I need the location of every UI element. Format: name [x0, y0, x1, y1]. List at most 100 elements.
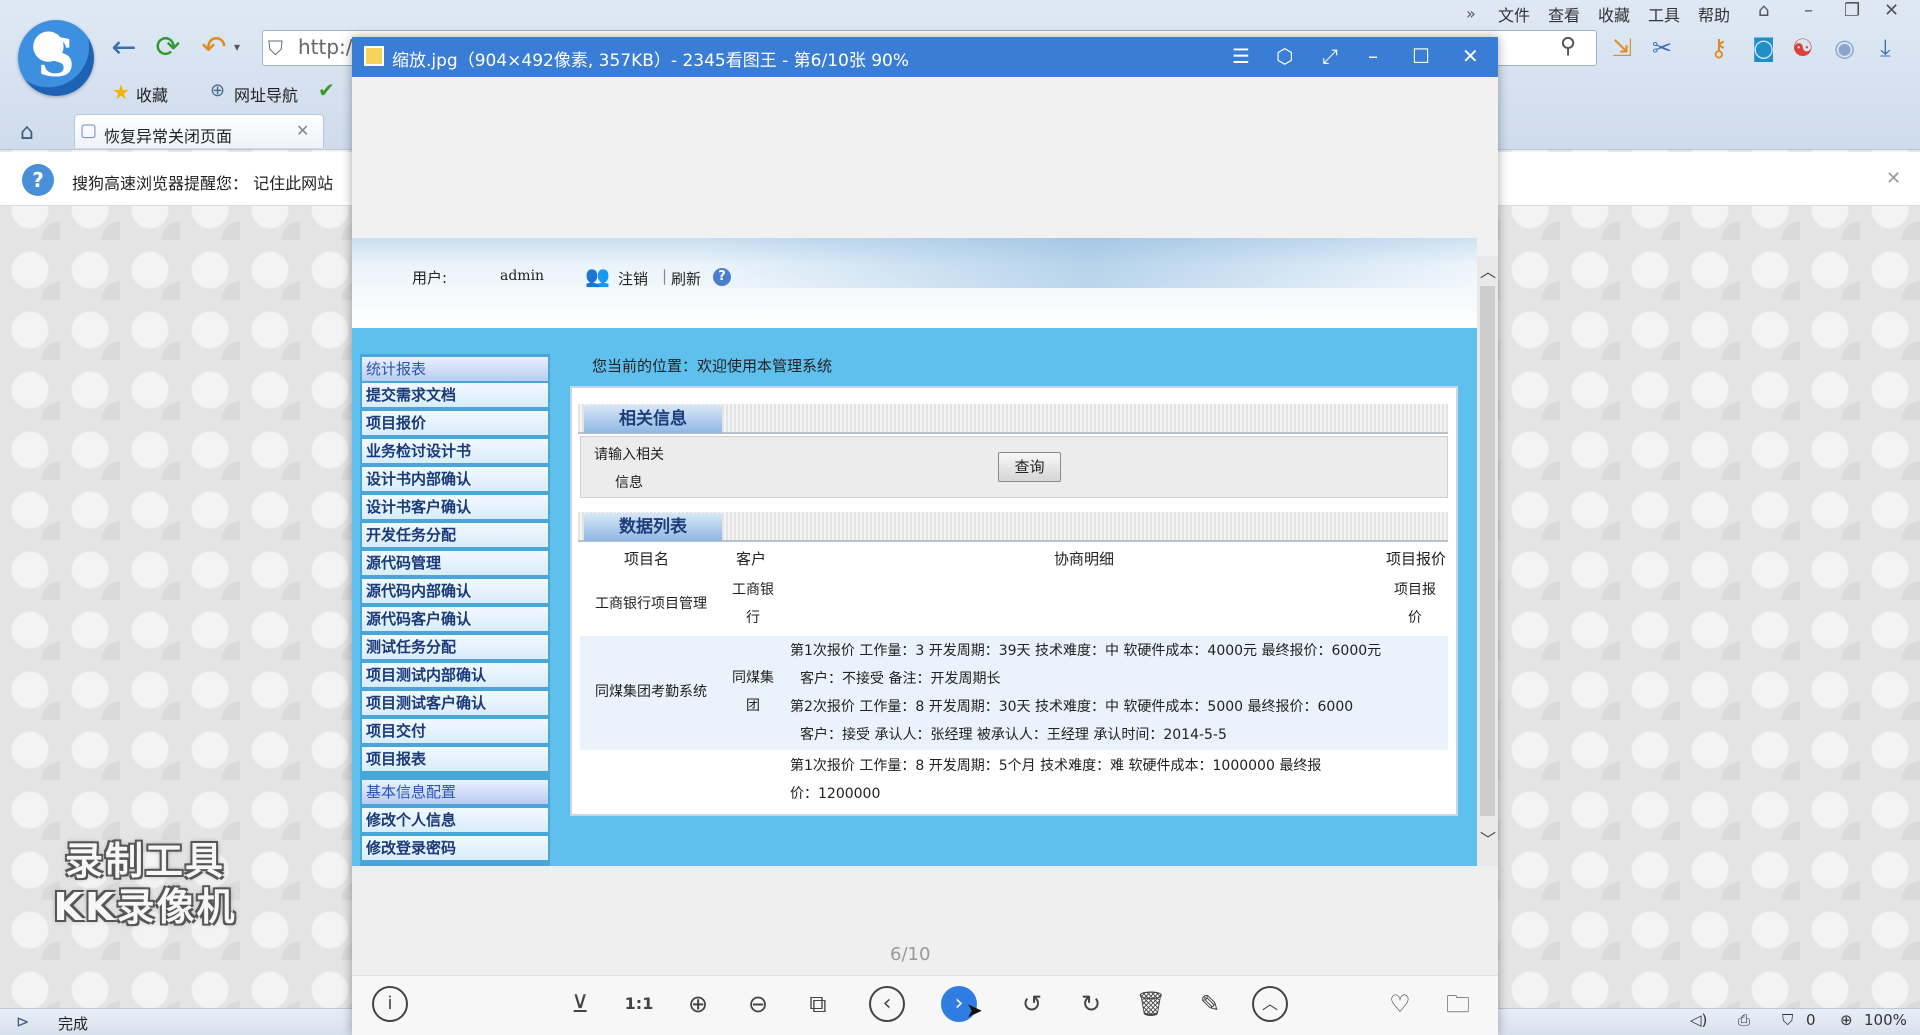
refresh-icon[interactable]: ⟳	[150, 30, 186, 66]
sidebar-item[interactable]: 业务检讨设计书	[362, 439, 548, 465]
sidebar-item[interactable]: 测试任务分配	[362, 635, 548, 661]
close-icon[interactable]: ✕	[1462, 44, 1479, 68]
tab-restore-label: 恢复异常关闭页面	[104, 127, 233, 146]
menu-icon[interactable]: ☰	[1232, 44, 1250, 68]
chevron-up-icon[interactable]: ︿	[1480, 258, 1496, 282]
screenshot-icon[interactable]: ✂	[1652, 34, 1672, 62]
menu-file[interactable]: 文件	[1498, 2, 1530, 26]
sidebar-item[interactable]: 开发任务分配	[362, 523, 548, 549]
chevron-down-icon[interactable]: ﹀	[1480, 826, 1496, 850]
logout-link[interactable]: 注销	[618, 268, 648, 289]
watermark-line2: KK录像机	[53, 885, 237, 929]
info-icon[interactable]: i	[372, 986, 408, 1022]
undo-icon[interactable]: ↶	[196, 30, 232, 66]
previous-icon[interactable]: ‹	[869, 986, 905, 1022]
menu-help[interactable]: 帮助	[1698, 2, 1730, 26]
rotate-left-icon[interactable]: ↺	[1014, 986, 1050, 1022]
column-header: 协商明细	[1054, 550, 1115, 568]
site-nav-link[interactable]: 网址导航	[234, 82, 298, 106]
back-icon[interactable]: ←	[106, 30, 142, 66]
more-menu-icon[interactable]: »	[1466, 4, 1476, 23]
image-counter: 6/10	[890, 944, 931, 965]
search-input[interactable]	[696, 454, 966, 480]
sidebar-item[interactable]: 修改登录密码	[362, 836, 548, 862]
project-quote: 项目报价	[1394, 582, 1436, 626]
sidebar-item[interactable]: 源代码管理	[362, 551, 548, 577]
refresh-link[interactable]: 刷新	[671, 268, 701, 289]
app-icon[interactable]: ◙	[1752, 34, 1775, 62]
sidebar-item[interactable]: 项目测试客户确认	[362, 691, 548, 717]
sidebar-item[interactable]: 提交需求文档	[362, 383, 548, 409]
sidebar-item[interactable]: 项目报表	[362, 747, 548, 773]
sidebar-toggle-icon[interactable]: ⊳	[16, 1012, 29, 1031]
recorder-watermark: 录制工具 KK录像机	[40, 838, 250, 930]
fit-screen-icon[interactable]: ⧉	[800, 986, 836, 1022]
sidebar-item[interactable]: 源代码内部确认	[362, 579, 548, 605]
print-icon[interactable]: ⎙	[1738, 1011, 1750, 1029]
zoom-out-icon[interactable]: ⊖	[740, 986, 776, 1022]
search-icon[interactable]: ⚲	[1560, 34, 1576, 59]
project-name: 工商银行项目管理	[595, 596, 707, 612]
skin-icon[interactable]: ⬡	[1276, 44, 1293, 68]
rotate-right-icon[interactable]: ↻	[1073, 986, 1109, 1022]
logo-letter: S	[37, 28, 75, 89]
sidebar-item[interactable]: 项目测试内部确认	[362, 663, 548, 689]
home-icon[interactable]: ⌂	[20, 120, 34, 145]
status-text: 完成	[58, 1015, 89, 1033]
sidebar-item[interactable]: 设计书内部确认	[362, 467, 548, 493]
column-header: 项目名	[624, 550, 670, 568]
actual-size-icon[interactable]: 1:1	[621, 986, 657, 1022]
restore-icon[interactable]: ❐	[1844, 0, 1860, 21]
menu-tools[interactable]: 工具	[1648, 2, 1680, 26]
block-count: 0	[1806, 1011, 1816, 1029]
sidebar-group-config[interactable]: 基本信息配置	[362, 780, 548, 804]
download-icon[interactable]: ⊻	[562, 986, 598, 1022]
sidebar-item[interactable]: 项目交付	[362, 719, 548, 745]
download-icon[interactable]: ⤓	[1880, 34, 1891, 62]
delete-icon[interactable]: 🗑	[1133, 986, 1169, 1022]
favorites-link[interactable]: 收藏	[136, 82, 168, 106]
menu-favorites[interactable]: 收藏	[1598, 2, 1630, 26]
volume-icon[interactable]: ◁)	[1690, 1011, 1707, 1029]
sidebar-group-reports[interactable]: 统计报表	[362, 357, 548, 381]
check-icon[interactable]: ✔	[318, 78, 335, 102]
shield-status-icon[interactable]: ⛉	[1782, 1011, 1793, 1029]
sidebar-item[interactable]: 项目报价	[362, 411, 548, 437]
query-button[interactable]: 查询	[998, 452, 1061, 482]
zoom-icon[interactable]: ⊕	[1840, 1011, 1853, 1029]
skin-icon[interactable]: ⌂	[1758, 0, 1769, 21]
fullscreen-icon[interactable]: ⤢	[1322, 44, 1338, 68]
info-bulb-icon: ?	[22, 164, 54, 196]
address-text[interactable]: http:/	[298, 35, 353, 59]
embed-scrollbar-thumb[interactable]	[1480, 286, 1495, 816]
favorite-heart-icon[interactable]: ♡	[1382, 986, 1418, 1022]
menu-view[interactable]: 查看	[1548, 2, 1580, 26]
sidebar-item[interactable]: 修改个人信息	[362, 808, 548, 834]
sidebar-item[interactable]: 设计书客户确认	[362, 495, 548, 521]
more-up-icon[interactable]: ︿	[1252, 986, 1288, 1022]
users-icon: 👥	[585, 264, 610, 288]
close-window-icon[interactable]: ✕	[1884, 0, 1899, 21]
weibo-icon[interactable]: ☯	[1792, 34, 1814, 62]
quote-detail-line: 第2次报价 工作量：8 开发周期：30天 技术难度：中 软硬件成本：5000 最…	[790, 699, 1354, 715]
minimize-icon[interactable]: –	[1804, 0, 1813, 21]
folder-icon[interactable]: 🗀	[1440, 986, 1476, 1022]
sidebar-item[interactable]: 源代码客户确认	[362, 607, 548, 633]
viewer-toolbar	[352, 975, 1498, 1035]
maximize-icon[interactable]: ☐	[1412, 44, 1430, 68]
key-icon[interactable]: ⚷	[1710, 34, 1728, 62]
zoom-in-icon[interactable]: ⊕	[680, 986, 716, 1022]
header-banner	[700, 238, 1477, 288]
edit-icon[interactable]: ✎	[1192, 986, 1228, 1022]
zoom-level[interactable]: 100%	[1864, 1011, 1907, 1029]
column-header: 项目报价	[1386, 550, 1447, 568]
tab-close-icon[interactable]: ✕	[296, 121, 309, 140]
notice-close-icon[interactable]: ✕	[1886, 168, 1901, 189]
user-icon[interactable]: ◉	[1834, 34, 1855, 62]
undo-dropdown-icon[interactable]: ▾	[234, 40, 240, 54]
help-icon[interactable]: ?	[713, 268, 731, 286]
client-name: 工商银行	[732, 582, 774, 626]
minimize-icon[interactable]: –	[1368, 44, 1378, 68]
extension-icon[interactable]: ⇲	[1612, 34, 1632, 62]
browser-logo[interactable]: S	[18, 20, 94, 96]
